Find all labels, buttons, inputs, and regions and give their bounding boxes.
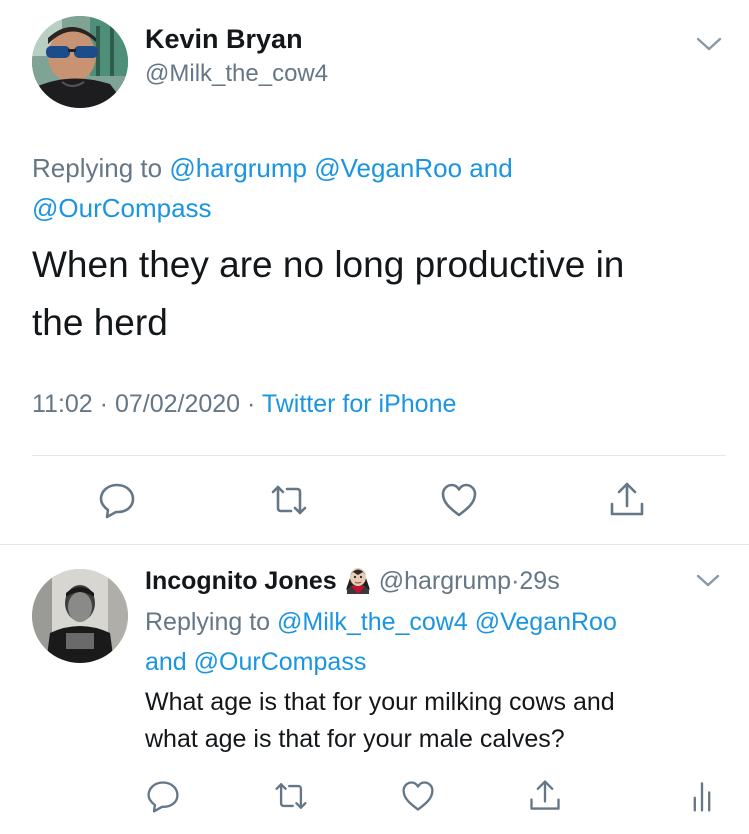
tweet-date: 07/02/2020: [114, 390, 241, 418]
tweet-text: When they are no long productive in the …: [32, 236, 722, 352]
analytics-icon[interactable]: [684, 778, 720, 814]
author-handle[interactable]: @Milk_the_cow4: [145, 60, 328, 88]
replying-prefix: Replying to: [32, 153, 163, 183]
tweet-text-line: What age is that for your milking cows a…: [145, 688, 615, 716]
reply-mention-ourcompass[interactable]: @OurCompass: [32, 193, 212, 223]
meta-dot: ·: [99, 390, 108, 418]
replying-prefix: Replying to: [145, 608, 271, 636]
tweet-text-line: the herd: [32, 302, 168, 343]
tweet-text-line: what age is that for your male calves?: [145, 725, 565, 753]
tweet-time: 11:02: [32, 390, 93, 418]
retweet-icon[interactable]: [273, 778, 309, 814]
tweet-text-line: When they are no long productive in: [32, 244, 625, 285]
tweet-source[interactable]: Twitter for iPhone: [262, 390, 457, 418]
vampire-emoji-icon: [341, 564, 375, 596]
main-tweet: Kevin Bryan @Milk_the_cow4 Replying to @…: [0, 0, 749, 545]
divider: [32, 455, 726, 456]
reply-mentions[interactable]: @hargrump @VeganRoo: [169, 153, 462, 183]
reply-icon[interactable]: [145, 778, 181, 814]
replying-to: Replying to @hargrump @VeganRoo and @Our…: [32, 148, 712, 228]
chevron-down-icon[interactable]: [694, 572, 722, 590]
heart-icon[interactable]: [439, 480, 479, 520]
tweet-separator: [0, 544, 749, 545]
reply-and[interactable]: and: [145, 648, 187, 676]
author-name[interactable]: Kevin Bryan: [145, 24, 303, 55]
tweet-text: What age is that for your milking cows a…: [145, 684, 735, 758]
meta-dot: ·: [247, 390, 256, 418]
reply-header: Incognito Jones @hargrump·29s: [145, 564, 560, 596]
tweet-age: 29s: [519, 567, 560, 595]
chevron-down-icon[interactable]: [694, 34, 724, 54]
reply-icon[interactable]: [97, 480, 137, 520]
share-icon[interactable]: [607, 480, 647, 520]
avatar[interactable]: [32, 569, 128, 663]
author-handle[interactable]: @hargrump: [379, 567, 511, 595]
retweet-icon[interactable]: [269, 480, 309, 520]
heart-icon[interactable]: [400, 778, 436, 814]
author-name[interactable]: Incognito Jones: [145, 567, 337, 595]
tweet-meta: 11:02 · 07/02/2020 · Twitter for iPhone: [32, 390, 456, 419]
share-icon[interactable]: [527, 778, 563, 814]
reply-and[interactable]: and: [469, 153, 512, 183]
avatar[interactable]: [32, 16, 128, 108]
reply-mention-ourcompass[interactable]: @OurCompass: [194, 648, 367, 676]
replying-to: Replying to @Milk_the_cow4 @VeganRoo and…: [145, 602, 735, 682]
reply-mentions[interactable]: @Milk_the_cow4 @VeganRoo: [277, 608, 617, 636]
